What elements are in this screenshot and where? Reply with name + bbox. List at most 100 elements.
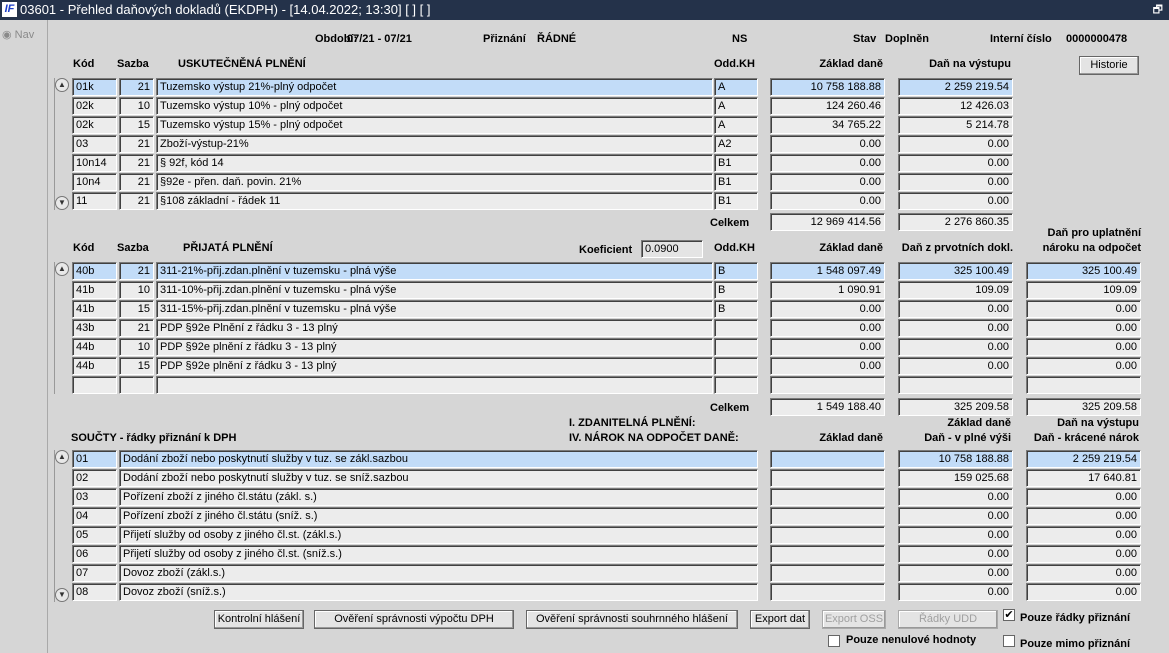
radek-cell[interactable]: 07 (72, 564, 117, 582)
dan-plna-cell[interactable]: 0.00 (898, 545, 1013, 563)
scroll-up-icon[interactable]: ▲ (55, 78, 69, 92)
dan-cell[interactable]: 0.00 (898, 154, 1013, 172)
sazba-cell[interactable]: 10 (119, 97, 154, 115)
sazba-cell[interactable]: 15 (119, 357, 154, 375)
dan-plna-cell[interactable]: 0.00 (898, 564, 1013, 582)
pouze-nenulove-checkbox[interactable] (828, 635, 840, 647)
odd-kh-cell[interactable] (714, 338, 758, 356)
radky-udd-button[interactable]: Řádky UDD (898, 610, 998, 629)
scroll-up-icon[interactable]: ▲ (55, 262, 69, 276)
narok-cell[interactable] (1026, 376, 1141, 394)
kod-cell[interactable]: 44b (72, 338, 117, 356)
scroll-up-icon[interactable]: ▲ (55, 450, 69, 464)
zaklad-cell[interactable] (770, 469, 885, 487)
section3-scrollbar[interactable]: ▲ ▼ (54, 450, 69, 602)
narok-cell[interactable]: 0.00 (1026, 319, 1141, 337)
radek-cell[interactable]: 05 (72, 526, 117, 544)
dan-cell[interactable]: 0.00 (898, 192, 1013, 210)
radek-cell[interactable]: 02 (72, 469, 117, 487)
odd-kh-cell[interactable]: A (714, 78, 758, 96)
scroll-down-icon[interactable]: ▼ (55, 196, 69, 210)
odd-kh-cell[interactable]: B1 (714, 173, 758, 191)
dan-kracena-cell[interactable]: 0.00 (1026, 583, 1141, 601)
kod-cell[interactable]: 40b (72, 262, 117, 280)
overeni-vypoctu-dph-button[interactable]: Ověření správnosti výpočtu DPH (314, 610, 514, 629)
kod-cell[interactable]: 03 (72, 135, 117, 153)
narok-cell[interactable]: 0.00 (1026, 300, 1141, 318)
dan-cell[interactable]: 12 426.03 (898, 97, 1013, 115)
section2-scrollbar[interactable]: ▲ (54, 262, 69, 394)
nazev-cell[interactable]: Dodání zboží nebo poskytnutí služby v tu… (119, 469, 758, 487)
odd-kh-cell[interactable]: B1 (714, 192, 758, 210)
sazba-cell[interactable]: 21 (119, 192, 154, 210)
kod-cell[interactable]: 10n4 (72, 173, 117, 191)
restore-window-icon[interactable]: 🗗 (1153, 0, 1163, 20)
nazev-cell[interactable]: §108 základní - řádek 11 (156, 192, 713, 210)
nazev-cell[interactable] (156, 376, 713, 394)
sazba-cell[interactable] (119, 376, 154, 394)
nazev-cell[interactable]: PDP §92e Plnění z řádku 3 - 13 plný (156, 319, 713, 337)
narok-cell[interactable]: 0.00 (1026, 338, 1141, 356)
dan-kracena-cell[interactable]: 0.00 (1026, 526, 1141, 544)
dan-plna-cell[interactable]: 0.00 (898, 507, 1013, 525)
nazev-cell[interactable]: Přijetí služby od osoby z jiného čl.st. … (119, 545, 758, 563)
nav-button[interactable]: ◉ Nav (2, 28, 34, 41)
dan-kracena-cell[interactable]: 0.00 (1026, 545, 1141, 563)
kod-cell[interactable]: 41b (72, 300, 117, 318)
zaklad-cell[interactable] (770, 526, 885, 544)
radek-cell[interactable]: 01 (72, 450, 117, 468)
kod-cell[interactable]: 10n14 (72, 154, 117, 172)
zaklad-cell[interactable]: 34 765.22 (770, 116, 885, 134)
zaklad-cell[interactable] (770, 564, 885, 582)
sazba-cell[interactable]: 21 (119, 173, 154, 191)
zaklad-cell[interactable]: 0.00 (770, 300, 885, 318)
nazev-cell[interactable]: Tuzemsko výstup 15% - plný odpočet (156, 116, 713, 134)
dan-cell[interactable]: 5 214.78 (898, 116, 1013, 134)
zaklad-cell[interactable] (770, 507, 885, 525)
kod-cell[interactable]: 41b (72, 281, 117, 299)
dan-plna-cell[interactable]: 159 025.68 (898, 469, 1013, 487)
sazba-cell[interactable]: 15 (119, 300, 154, 318)
export-oss-button[interactable]: Export OSS (822, 610, 886, 629)
radek-cell[interactable]: 06 (72, 545, 117, 563)
nazev-cell[interactable]: Tuzemsko výstup 21%-plný odpočet (156, 78, 713, 96)
nazev-cell[interactable]: Dodání zboží nebo poskytnutí služby v tu… (119, 450, 758, 468)
sazba-cell[interactable]: 21 (119, 135, 154, 153)
dan-kracena-cell[interactable]: 17 640.81 (1026, 469, 1141, 487)
dan-plna-cell[interactable]: 0.00 (898, 526, 1013, 544)
overeni-souhrnneho-hlaseni-button[interactable]: Ověření správnosti souhrnného hlášení (526, 610, 738, 629)
nazev-cell[interactable]: 311-21%-přij.zdan.plnění v tuzemsku - pl… (156, 262, 713, 280)
nazev-cell[interactable]: Zboží-výstup-21% (156, 135, 713, 153)
kod-cell[interactable]: 02k (72, 116, 117, 134)
dan-cell[interactable]: 2 259 219.54 (898, 78, 1013, 96)
nazev-cell[interactable]: PDP §92e plnění z řádku 3 - 13 plný (156, 338, 713, 356)
dan-kracena-cell[interactable]: 0.00 (1026, 488, 1141, 506)
nazev-cell[interactable]: Dovoz zboží (sníž.s.) (119, 583, 758, 601)
sazba-cell[interactable]: 21 (119, 319, 154, 337)
radek-cell[interactable]: 03 (72, 488, 117, 506)
nazev-cell[interactable]: §92e - přen. daň. povin. 21% (156, 173, 713, 191)
sazba-cell[interactable]: 21 (119, 262, 154, 280)
nazev-cell[interactable]: Přijetí služby od osoby z jiného čl.st. … (119, 526, 758, 544)
zaklad-cell[interactable]: 0.00 (770, 192, 885, 210)
zaklad-cell[interactable] (770, 488, 885, 506)
odd-kh-cell[interactable]: A (714, 116, 758, 134)
dan-cell[interactable]: 0.00 (898, 338, 1013, 356)
nazev-cell[interactable]: Tuzemsko výstup 10% - plný odpočet (156, 97, 713, 115)
sazba-cell[interactable]: 10 (119, 281, 154, 299)
narok-cell[interactable]: 109.09 (1026, 281, 1141, 299)
zaklad-cell[interactable] (770, 450, 885, 468)
zaklad-cell[interactable] (770, 376, 885, 394)
kod-cell[interactable] (72, 376, 117, 394)
zaklad-cell[interactable]: 124 260.46 (770, 97, 885, 115)
section1-scrollbar[interactable]: ▲ ▼ (54, 78, 69, 210)
nazev-cell[interactable]: § 92f, kód 14 (156, 154, 713, 172)
pouze-radky-priznani-checkbox[interactable]: ✔ (1003, 609, 1015, 621)
zaklad-cell[interactable]: 0.00 (770, 135, 885, 153)
zaklad-cell[interactable]: 10 758 188.88 (770, 78, 885, 96)
nazev-cell[interactable]: Pořízení zboží z jiného čl.státu (zákl. … (119, 488, 758, 506)
odd-kh-cell[interactable] (714, 357, 758, 375)
zaklad-cell[interactable]: 0.00 (770, 154, 885, 172)
dan-kracena-cell[interactable]: 0.00 (1026, 507, 1141, 525)
dan-cell[interactable]: 0.00 (898, 135, 1013, 153)
